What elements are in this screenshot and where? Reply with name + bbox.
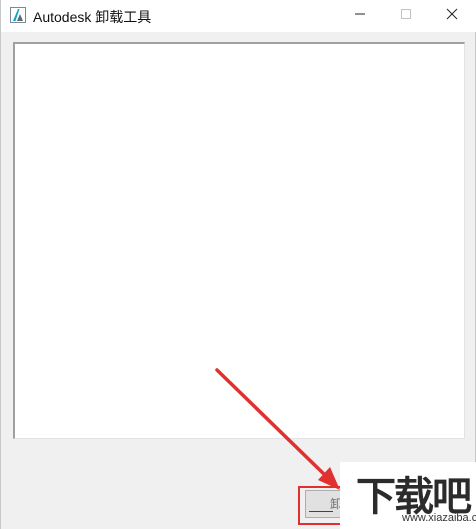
maximize-icon <box>400 7 412 25</box>
minimize-button[interactable] <box>337 0 383 32</box>
watermark: 下载吧 www.xiazaiba.com <box>340 462 476 529</box>
uninstall-button[interactable]: 卸 <box>305 490 345 518</box>
title-bar: Autodesk 卸载工具 <box>1 0 476 32</box>
close-icon <box>446 7 458 25</box>
uninstall-window: Autodesk 卸载工具 卸 <box>0 0 476 529</box>
watermark-url: www.xiazaiba.com <box>402 512 476 524</box>
maximize-button[interactable] <box>383 0 429 32</box>
product-list-box[interactable] <box>13 42 465 439</box>
window-title: Autodesk 卸载工具 <box>33 9 152 25</box>
button-focus-underline <box>309 511 333 512</box>
close-button[interactable] <box>429 0 475 32</box>
minimize-icon <box>354 7 366 25</box>
autodesk-logo-icon <box>10 7 26 23</box>
uninstall-button-area: 卸 <box>305 490 345 518</box>
